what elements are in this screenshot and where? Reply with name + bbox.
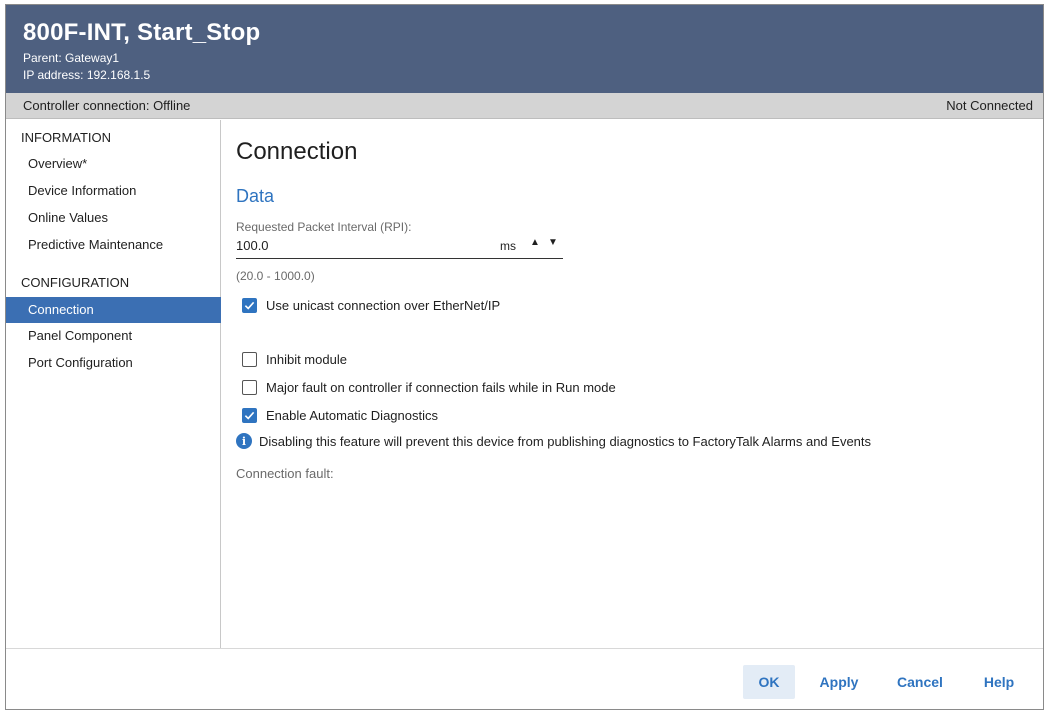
sidebar-item-overview[interactable]: Overview*	[6, 151, 221, 177]
sidebar-item-port-configuration[interactable]: Port Configuration	[6, 350, 221, 376]
information-heading: INFORMATION	[21, 130, 112, 145]
unicast-label: Use unicast connection over EtherNet/IP	[266, 297, 501, 313]
rpi-field: 100.0 ms ▲ ▼	[236, 237, 563, 259]
help-button[interactable]: Help	[974, 665, 1024, 699]
inhibit-option: Inhibit module	[242, 350, 347, 368]
unicast-checkbox[interactable]	[242, 297, 257, 313]
rpi-label: Requested Packet Interval (RPI):	[236, 220, 412, 234]
cancel-button[interactable]: Cancel	[889, 665, 951, 699]
sidebar-item-device-information[interactable]: Device Information	[6, 178, 221, 204]
sidebar-item-panel-component[interactable]: Panel Component	[6, 323, 221, 349]
connection-panel: Connection Data Requested Packet Interva…	[222, 120, 1043, 648]
unicast-option: Use unicast connection over EtherNet/IP	[242, 296, 500, 314]
connected-status: Not Connected	[946, 98, 1033, 113]
category-sidebar: INFORMATION Overview* Device Information…	[6, 120, 221, 648]
apply-button[interactable]: Apply	[811, 665, 867, 699]
diagnostics-info: i Disabling this feature will prevent th…	[236, 433, 871, 449]
info-icon: i	[236, 433, 252, 449]
rpi-range: (20.0 - 1000.0)	[236, 269, 315, 283]
connection-fault-label: Connection fault:	[236, 466, 334, 481]
diagnostics-info-text: Disabling this feature will prevent this…	[259, 433, 872, 449]
parent-label: Parent: Gateway1	[23, 51, 120, 65]
major-fault-checkbox[interactable]	[242, 379, 257, 395]
rpi-input[interactable]: 100.0	[236, 238, 269, 253]
sidebar-item-predictive-maintenance[interactable]: Predictive Maintenance	[6, 232, 221, 258]
sidebar-item-connection[interactable]: Connection	[6, 297, 221, 323]
configuration-heading: CONFIGURATION	[21, 275, 130, 290]
section-title-data: Data	[236, 186, 275, 206]
device-title: 800F-INT, Start_Stop	[23, 19, 261, 46]
dialog-header: 800F-INT, Start_Stop Parent: Gateway1 IP…	[6, 5, 1043, 93]
checkmark-icon	[244, 411, 255, 420]
dialog-footer: OK Apply Cancel Help	[6, 648, 1043, 709]
inhibit-module-checkbox[interactable]	[242, 351, 257, 367]
diagnostics-option: Enable Automatic Diagnostics	[242, 406, 438, 424]
page-title: Connection	[236, 138, 358, 165]
ip-address-label: IP address: 192.168.1.5	[23, 68, 151, 82]
enable-diagnostics-checkbox[interactable]	[242, 407, 257, 423]
ok-button[interactable]: OK	[743, 665, 795, 699]
rpi-unit-label: ms	[500, 239, 516, 253]
device-properties-dialog: 800F-INT, Start_Stop Parent: Gateway1 IP…	[5, 4, 1044, 710]
enable-diagnostics-label: Enable Automatic Diagnostics	[266, 407, 438, 423]
controller-connection-status: Controller connection: Offline	[23, 98, 191, 113]
sidebar-item-online-values[interactable]: Online Values	[6, 205, 221, 231]
checkmark-icon	[244, 301, 255, 310]
major-fault-label: Major fault on controller if connection …	[266, 379, 616, 395]
major-fault-option: Major fault on controller if connection …	[242, 378, 616, 396]
spin-up-icon[interactable]: ▲	[530, 237, 540, 248]
connection-status-bar: Controller connection: Offline Not Conne…	[6, 93, 1043, 119]
spin-down-icon[interactable]: ▼	[548, 237, 558, 248]
inhibit-module-label: Inhibit module	[266, 351, 347, 367]
